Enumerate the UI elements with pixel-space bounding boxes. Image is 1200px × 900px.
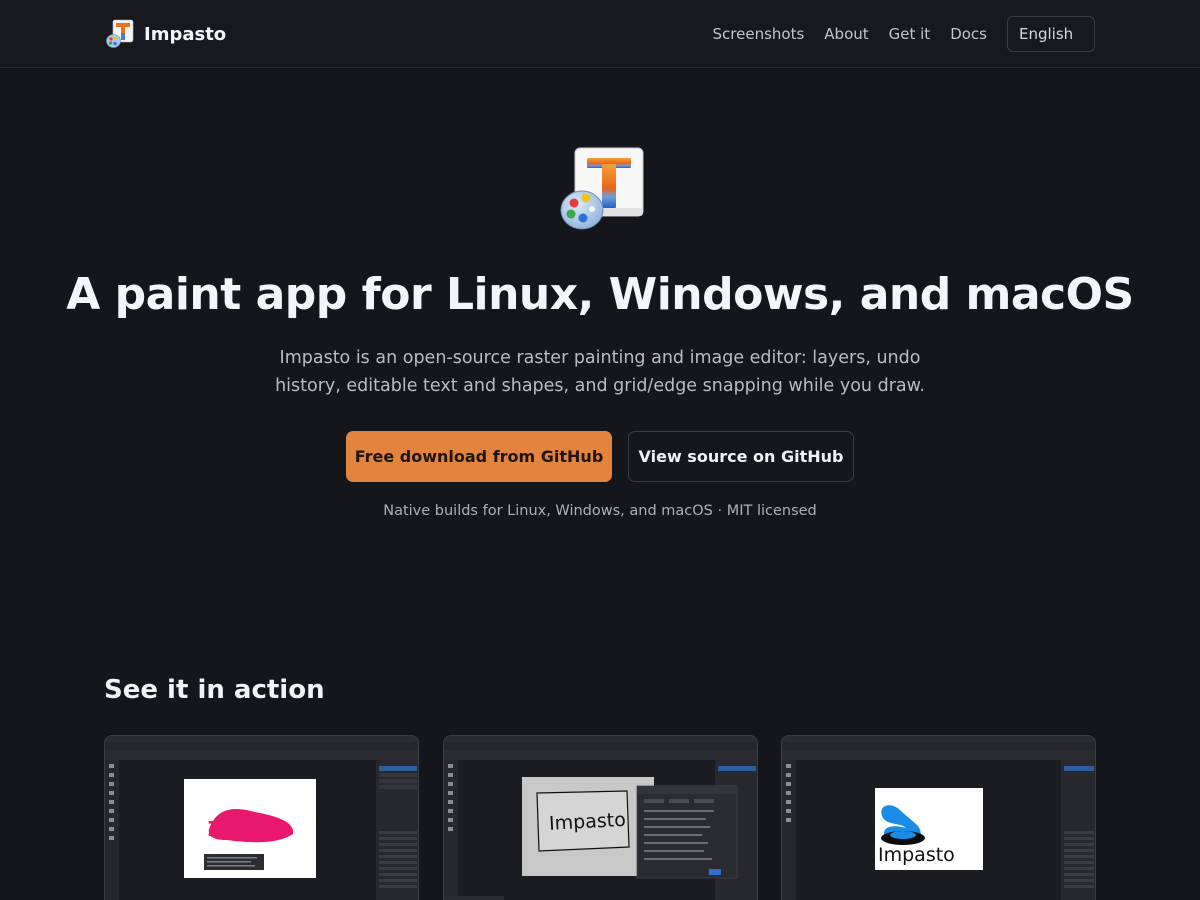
brand-home-link[interactable]: Impasto xyxy=(105,18,226,50)
brand-name: Impasto xyxy=(144,23,227,45)
screenshot-image-3: Impasto xyxy=(782,736,1095,900)
screenshot-3-canvas-text: Impasto xyxy=(878,844,955,866)
language-select[interactable]: English xyxy=(1007,16,1095,52)
screenshot-2-canvas-text: Impasto xyxy=(549,809,627,835)
main-nav: Screenshots About Get it Docs English xyxy=(713,16,1095,52)
screenshot-1-canvas-text: Impasto xyxy=(207,817,291,841)
screenshot-image-1: Impasto xyxy=(105,736,418,900)
view-source-button[interactable]: View source on GitHub xyxy=(628,431,854,482)
download-button[interactable]: Free download from GitHub xyxy=(346,431,612,482)
nav-link-docs[interactable]: Docs xyxy=(950,25,987,43)
language-select-value: English xyxy=(1019,25,1074,43)
hero-note: Native builds for Linux, Windows, and ma… xyxy=(383,503,817,519)
hero-title: A paint app for Linux, Windows, and macO… xyxy=(66,269,1134,320)
hero-description: Impasto is an open-source raster paintin… xyxy=(275,348,925,396)
screenshots-heading: See it in action xyxy=(104,675,325,705)
nav-link-get-it[interactable]: Get it xyxy=(889,25,931,43)
screenshot-card-2[interactable]: Impasto xyxy=(443,735,758,900)
screenshot-image-2: Impasto xyxy=(444,736,757,900)
screenshot-card-3[interactable]: Impasto xyxy=(781,735,1096,900)
impasto-logo-icon xyxy=(105,19,135,49)
screenshot-card-1[interactable]: Impasto xyxy=(104,735,419,900)
site-header: Impasto Screenshots About Get it Docs En… xyxy=(0,0,1200,68)
nav-link-about[interactable]: About xyxy=(824,25,868,43)
nav-link-screenshots[interactable]: Screenshots xyxy=(713,25,805,43)
hero-logo-icon xyxy=(558,146,646,232)
